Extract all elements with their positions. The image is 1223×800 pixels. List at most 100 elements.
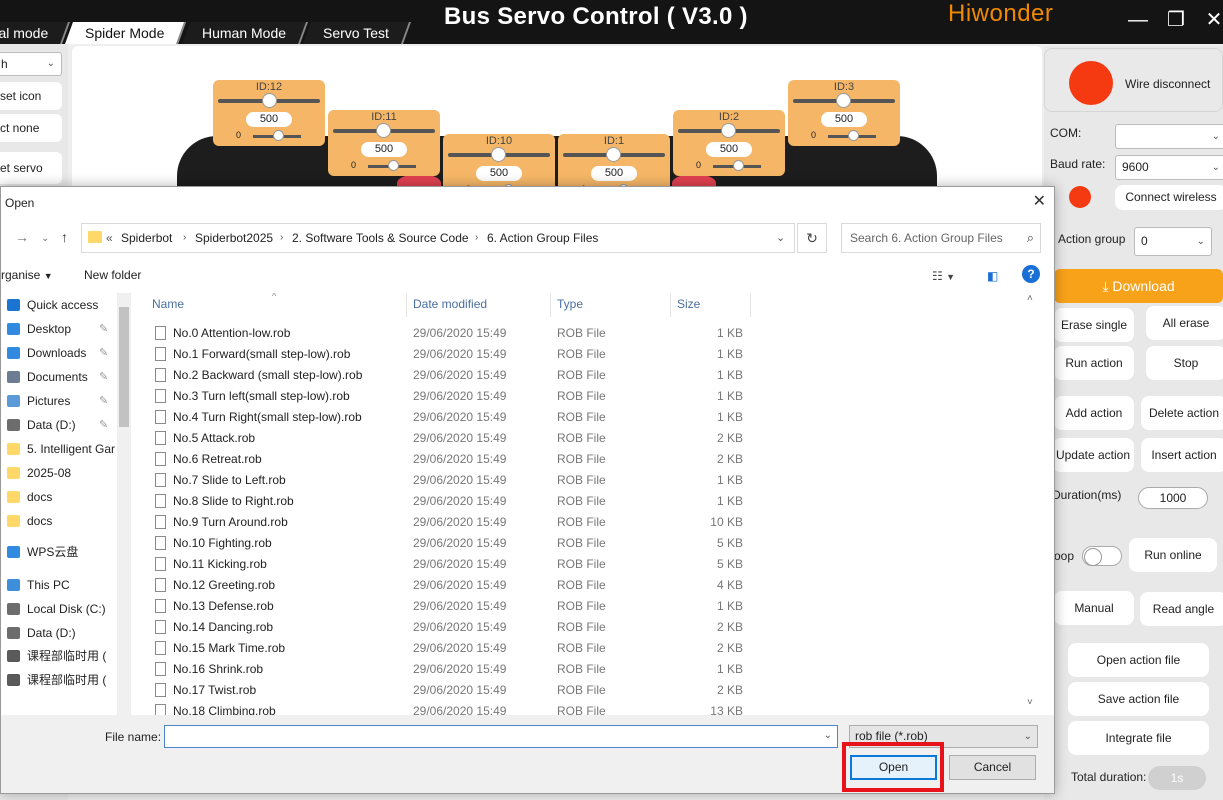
breadcrumb-item[interactable]: Spiderbot xyxy=(121,224,172,252)
breadcrumb-overflow[interactable]: « xyxy=(106,224,113,252)
column-header-type[interactable]: Type xyxy=(551,293,671,317)
search-input[interactable]: Search 6. Action Group Files ⌕ xyxy=(841,223,1041,253)
integrate-file-button[interactable]: Integrate file xyxy=(1068,721,1209,755)
nav-scrollbar-thumb[interactable] xyxy=(119,307,129,427)
run-action-button[interactable]: Run action xyxy=(1054,346,1134,380)
run-online-button[interactable]: Run online xyxy=(1129,538,1217,572)
nav-item[interactable]: Pictures ✎ xyxy=(1,390,115,412)
recent-locations-icon[interactable]: ⌄ xyxy=(41,233,49,244)
nav-item[interactable]: 课程部临时用 ( xyxy=(1,645,115,667)
file-row[interactable]: No.7 Slide to Left.rob 29/06/2020 15:49 RO… xyxy=(135,470,755,491)
all-erase-button[interactable]: All erase xyxy=(1146,306,1223,340)
minimize-button[interactable]: — xyxy=(1124,6,1152,34)
delete-action-button[interactable]: Delete action xyxy=(1141,396,1223,430)
servo-slider-handle[interactable] xyxy=(262,93,277,108)
offset-slider-handle[interactable] xyxy=(388,160,399,171)
chevron-down-icon[interactable]: ˅ xyxy=(1027,697,1033,708)
file-row[interactable]: No.16 Shrink.rob 29/06/2020 15:49 ROB File… xyxy=(135,659,755,680)
file-row[interactable]: No.3 Turn left(small step-low).rob 29/06/… xyxy=(135,386,755,407)
view-options-icon[interactable]: ☷ ▼ xyxy=(932,269,955,283)
download-button[interactable]: ⤓ Download xyxy=(1054,269,1223,303)
breadcrumb-item[interactable]: 6. Action Group Files xyxy=(487,224,598,252)
nav-item[interactable]: docs xyxy=(1,510,115,532)
read-angle-button[interactable]: Read angle xyxy=(1140,592,1223,626)
com-select[interactable]: ⌄ xyxy=(1115,124,1223,149)
nav-item[interactable]: Downloads ✎ xyxy=(1,342,115,364)
chevron-down-icon[interactable]: ⌄ xyxy=(776,224,785,252)
maximize-button[interactable]: ❐ xyxy=(1162,6,1190,34)
nav-item[interactable]: docs xyxy=(1,486,115,508)
close-icon[interactable]: ✕ xyxy=(1033,191,1046,211)
file-row[interactable]: No.8 Slide to Right.rob 29/06/2020 15:49 R… xyxy=(135,491,755,512)
nav-item[interactable]: 2025-08 xyxy=(1,462,115,484)
file-row[interactable]: No.2 Backward (small step-low).rob 29/06/… xyxy=(135,365,755,386)
servo-value[interactable]: 500 xyxy=(821,112,867,127)
duration-input[interactable]: 1000 xyxy=(1138,487,1208,509)
offset-slider-handle[interactable] xyxy=(273,130,284,141)
column-header-size[interactable]: Size xyxy=(671,293,751,317)
refresh-icon[interactable]: ↻ xyxy=(797,223,827,253)
close-button[interactable]: ✕ xyxy=(1200,6,1223,34)
servo-slider-handle[interactable] xyxy=(376,123,391,138)
cancel-button[interactable]: Cancel xyxy=(949,755,1036,780)
file-name-input[interactable]: ⌄ xyxy=(164,725,838,748)
file-row[interactable]: No.17 Twist.rob 29/06/2020 15:49 ROB File 2… xyxy=(135,680,755,701)
file-row[interactable]: No.15 Mark Time.rob 29/06/2020 15:49 ROB F… xyxy=(135,638,755,659)
nav-item[interactable]: Data (D:) ✎ xyxy=(1,414,115,436)
baud-rate-select[interactable]: 9600 ⌄ xyxy=(1115,155,1223,180)
file-row[interactable]: No.14 Dancing.rob 29/06/2020 15:49 ROB Fil… xyxy=(135,617,755,638)
file-row[interactable]: No.1 Forward(small step-low).rob 29/06/20… xyxy=(135,344,755,365)
file-row[interactable]: No.11 Kicking.rob 29/06/2020 15:49 ROB Fil… xyxy=(135,554,755,575)
manual-button[interactable]: Manual xyxy=(1054,591,1134,625)
file-row[interactable]: No.9 Turn Around.rob 29/06/2020 15:49 ROB … xyxy=(135,512,755,533)
up-arrow-icon[interactable]: ↑ xyxy=(61,229,68,245)
nav-item[interactable]: This PC xyxy=(1,574,115,596)
open-action-file-button[interactable]: Open action file xyxy=(1068,643,1209,677)
new-folder-button[interactable]: New folder xyxy=(84,268,141,282)
chevron-up-icon[interactable]: ˄ xyxy=(1027,293,1033,304)
offset-slider-handle[interactable] xyxy=(848,130,859,141)
servo-value[interactable]: 500 xyxy=(476,166,522,181)
tab-general-mode[interactable]: eral mode xyxy=(0,22,71,44)
column-header-date[interactable]: Date modified xyxy=(407,293,551,317)
servo-value[interactable]: 500 xyxy=(246,112,292,127)
file-row[interactable]: No.13 Defense.rob 29/06/2020 15:49 ROB Fil… xyxy=(135,596,755,617)
action-group-select[interactable]: 0 ⌄ xyxy=(1134,227,1212,256)
chevron-down-icon[interactable]: ⌄ xyxy=(824,730,832,741)
tab-human-mode[interactable]: Human Mode xyxy=(181,22,308,44)
insert-action-button[interactable]: Insert action xyxy=(1141,438,1223,472)
servo-slider-handle[interactable] xyxy=(606,147,621,162)
offset-slider-handle[interactable] xyxy=(733,160,744,171)
save-action-file-button[interactable]: Save action file xyxy=(1068,682,1209,716)
address-bar[interactable]: « Spiderbot › Spiderbot2025 › 2. Softwar… xyxy=(81,223,795,253)
add-action-button[interactable]: Add action xyxy=(1054,396,1134,430)
help-icon[interactable]: ? xyxy=(1022,265,1040,283)
servo-value[interactable]: 500 xyxy=(361,142,407,157)
loop-toggle[interactable] xyxy=(1082,546,1122,566)
nav-item[interactable]: 课程部临时用 ( xyxy=(1,669,115,691)
file-row[interactable]: No.4 Turn Right(small step-low).rob 29/06… xyxy=(135,407,755,428)
nav-item[interactable]: WPS云盘 xyxy=(1,541,115,563)
breadcrumb-item[interactable]: 2. Software Tools & Source Code xyxy=(292,224,469,252)
nav-item[interactable]: Desktop ✎ xyxy=(1,318,115,340)
stop-button[interactable]: Stop xyxy=(1146,346,1223,380)
breadcrumb-item[interactable]: Spiderbot2025 xyxy=(195,224,273,252)
erase-single-button[interactable]: Erase single xyxy=(1054,308,1134,342)
preview-pane-icon[interactable]: ◧ xyxy=(987,269,998,283)
servo-value[interactable]: 500 xyxy=(706,142,752,157)
nav-scrollbar[interactable] xyxy=(117,293,131,715)
nav-item[interactable]: 5. Intelligent Gar xyxy=(1,438,115,460)
nav-item[interactable]: Quick access xyxy=(1,294,115,316)
reset-servo-button[interactable]: et servo xyxy=(0,152,62,184)
file-row[interactable]: No.0 Attention-low.rob 29/06/2020 15:49 RO… xyxy=(135,323,755,344)
organise-menu[interactable]: rganise ▼ xyxy=(1,268,53,282)
file-row[interactable]: No.18 Climbing.rob 29/06/2020 15:49 ROB Fi… xyxy=(135,701,755,715)
select-none-button[interactable]: ct none xyxy=(0,114,62,142)
file-row[interactable]: No.10 Fighting.rob 29/06/2020 15:49 ROB Fi… xyxy=(135,533,755,554)
tab-servo-test[interactable]: Servo Test xyxy=(302,22,411,44)
nav-item[interactable]: Data (D:) xyxy=(1,622,115,644)
file-row[interactable]: No.12 Greeting.rob 29/06/2020 15:49 ROB Fi… xyxy=(135,575,755,596)
servo-slider-handle[interactable] xyxy=(491,147,506,162)
file-row[interactable]: No.5 Attack.rob 29/06/2020 15:49 ROB File 2… xyxy=(135,428,755,449)
nav-item[interactable]: Documents ✎ xyxy=(1,366,115,388)
